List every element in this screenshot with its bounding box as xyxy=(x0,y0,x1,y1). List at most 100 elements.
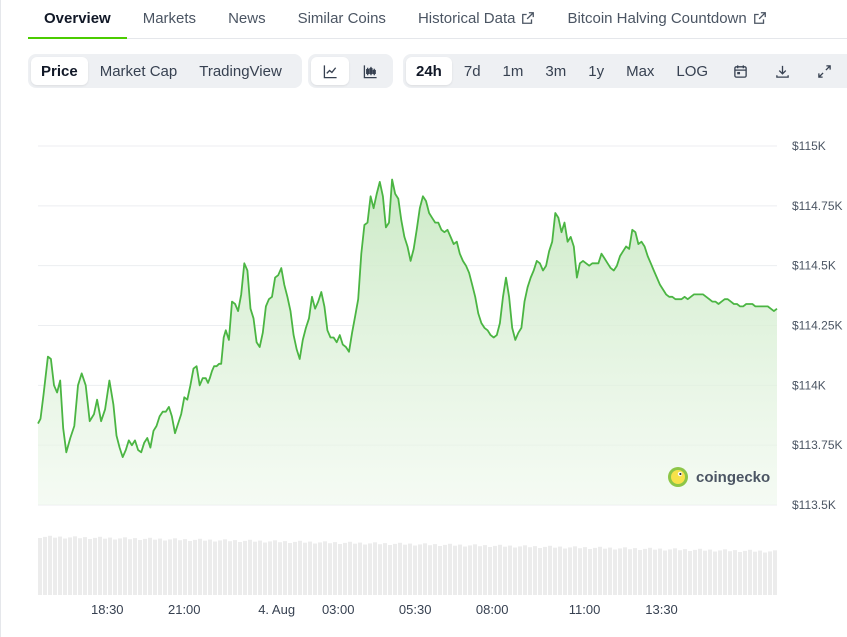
view-toggle-group: Price Market Cap TradingView xyxy=(28,54,302,88)
y-axis-labels: $115K $114.75K $114.5K $114.25K $114K $113.75… xyxy=(792,139,843,512)
price-button[interactable]: Price xyxy=(31,57,88,85)
range-log-button[interactable]: LOG xyxy=(666,57,718,85)
volume-bar xyxy=(128,539,132,595)
volume-bar xyxy=(563,548,567,595)
y-tick-label: $113.75K xyxy=(792,438,843,452)
volume-bar xyxy=(753,551,757,595)
volume-bar xyxy=(668,549,672,595)
line-chart-icon[interactable] xyxy=(311,57,349,85)
external-link-icon xyxy=(753,10,767,29)
volume-bar xyxy=(728,551,732,595)
volume-bar xyxy=(328,543,332,595)
volume-bar xyxy=(58,536,62,595)
volume-bar xyxy=(683,549,687,595)
volume-bar xyxy=(623,547,627,595)
volume-bar xyxy=(113,539,117,595)
volume-bar xyxy=(768,551,772,595)
volume-bar xyxy=(258,540,262,595)
tab-bitcoin-halving-countdown[interactable]: Bitcoin Halving Countdown xyxy=(551,0,782,39)
calendar-icon[interactable] xyxy=(720,57,760,85)
tab-news[interactable]: News xyxy=(212,0,282,39)
volume-bar xyxy=(453,545,457,595)
external-link-icon xyxy=(521,10,535,29)
volume-bar xyxy=(508,545,512,595)
volume-bar xyxy=(98,536,102,595)
volume-bar xyxy=(618,548,622,595)
volume-bar xyxy=(158,538,162,595)
volume-bar xyxy=(78,538,82,595)
price-area xyxy=(38,179,777,505)
fullscreen-icon[interactable] xyxy=(804,57,844,85)
tab-label: Overview xyxy=(44,10,111,27)
market-cap-button[interactable]: Market Cap xyxy=(90,57,188,85)
volume-bar xyxy=(68,537,72,595)
volume-bar xyxy=(433,544,437,595)
volume-bar xyxy=(358,542,362,595)
range-max-button[interactable]: Max xyxy=(616,57,664,85)
volume-bar xyxy=(478,546,482,595)
volume-bar xyxy=(658,548,662,595)
volume-bar xyxy=(388,545,392,595)
tradingview-button[interactable]: TradingView xyxy=(189,57,292,85)
volume-bar xyxy=(488,547,492,595)
x-axis-labels: 18:30 21:00 4. Aug 03:00 05:30 08:00 11:00 13:3… xyxy=(91,602,678,617)
volume-bar xyxy=(318,542,322,595)
candlestick-chart-icon[interactable] xyxy=(351,57,389,85)
volume-bar xyxy=(408,543,412,595)
tab-overview[interactable]: Overview xyxy=(28,0,127,39)
tab-historical-data[interactable]: Historical Data xyxy=(402,0,552,39)
volume-bar xyxy=(443,544,447,595)
tab-label: Historical Data xyxy=(417,10,516,27)
volume-bar xyxy=(528,547,532,595)
x-tick-label: 08:00 xyxy=(476,602,509,617)
volume-bar xyxy=(108,537,112,595)
volume-bar xyxy=(283,541,287,595)
tab-markets[interactable]: Markets xyxy=(127,0,212,39)
volume-bar xyxy=(43,536,47,595)
range-1m-button[interactable]: 1m xyxy=(493,57,534,85)
volume-bar xyxy=(133,538,137,595)
volume-bar xyxy=(248,539,252,595)
volume-bar xyxy=(83,537,87,595)
range-3m-button[interactable]: 3m xyxy=(535,57,576,85)
volume-bar xyxy=(178,540,182,595)
volume-bar xyxy=(483,545,487,595)
watermark-text: coingecko xyxy=(696,469,770,486)
volume-bar xyxy=(373,542,377,595)
volume-bar xyxy=(288,543,292,595)
volume-bar xyxy=(553,547,557,595)
volume-bar xyxy=(343,542,347,595)
volume-bar xyxy=(363,544,367,595)
volume-bar xyxy=(398,542,402,595)
x-tick-label: 4. Aug xyxy=(258,602,295,617)
volume-bar xyxy=(368,543,372,595)
volume-bar xyxy=(148,537,152,595)
x-tick-label: 11:00 xyxy=(569,602,601,617)
volume-bar xyxy=(758,550,762,595)
volume-bar xyxy=(228,541,232,595)
volume-bar xyxy=(348,541,352,595)
volume-bar xyxy=(718,550,722,595)
y-tick-label: $113.5K xyxy=(792,498,836,512)
volume-bar xyxy=(103,538,107,595)
x-tick-label: 03:00 xyxy=(322,602,355,617)
range-24h-button[interactable]: 24h xyxy=(406,57,452,85)
volume-bar xyxy=(73,536,77,595)
volume-bar xyxy=(533,546,537,595)
volume-bar xyxy=(38,538,42,595)
range-7d-button[interactable]: 7d xyxy=(454,57,491,85)
download-icon[interactable] xyxy=(762,57,802,85)
volume-bar xyxy=(208,539,212,595)
volume-bar xyxy=(713,551,717,595)
x-tick-label: 18:30 xyxy=(91,602,124,617)
volume-bar xyxy=(583,547,587,595)
volume-bar xyxy=(63,538,67,595)
range-1y-button[interactable]: 1y xyxy=(578,57,614,85)
volume-bar xyxy=(558,546,562,595)
tab-similar-coins[interactable]: Similar Coins xyxy=(282,0,402,39)
volume-bar xyxy=(608,547,612,595)
volume-bar xyxy=(168,539,172,595)
volume-bar xyxy=(193,539,197,595)
tab-label: Similar Coins xyxy=(297,10,386,27)
volume-bar xyxy=(678,550,682,595)
